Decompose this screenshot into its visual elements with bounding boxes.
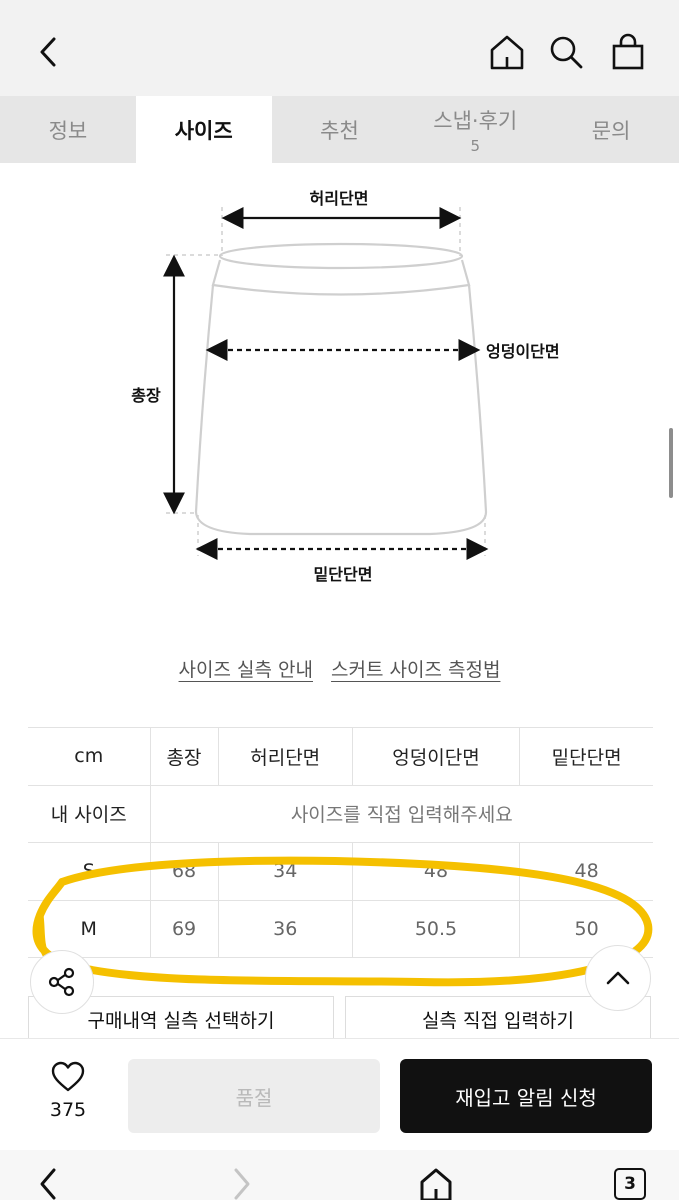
nav-back-button[interactable] <box>28 1164 68 1200</box>
value-cell: 50.5 <box>351 899 520 958</box>
value-cell: 36 <box>217 899 353 958</box>
nav-home-button[interactable] <box>416 1164 456 1200</box>
top-header <box>0 0 679 96</box>
tab-size[interactable]: 사이즈 <box>135 96 272 163</box>
table-row: S 68 34 48 48 <box>28 842 653 901</box>
browser-nav-bar: 3 <box>0 1150 679 1200</box>
tab-label: 정보 <box>48 118 88 143</box>
value-cell: 68 <box>149 842 219 901</box>
value-cell: 48 <box>351 842 520 901</box>
restock-alert-button[interactable]: 재입고 알림 신청 <box>400 1059 652 1133</box>
size-name-cell: M <box>28 899 150 958</box>
bag-button[interactable] <box>608 30 648 74</box>
size-name-cell: S <box>28 842 150 901</box>
value-cell: 69 <box>149 899 219 958</box>
soldout-label: 품절 <box>235 1085 273 1110</box>
tab-snap-review[interactable]: 스냅·후기 5 <box>407 96 543 163</box>
like-count: 375 <box>49 1099 87 1121</box>
back-icon <box>40 37 56 67</box>
share-button[interactable] <box>30 950 94 1014</box>
search-button[interactable] <box>546 30 586 74</box>
restock-label: 재입고 알림 신청 <box>455 1085 597 1110</box>
hip-label: 엉덩이단면 <box>486 342 560 361</box>
search-icon <box>550 36 583 69</box>
bag-icon <box>612 33 644 70</box>
nav-forward-button[interactable] <box>222 1164 262 1200</box>
nav-forward-icon <box>234 1168 250 1200</box>
button-label: 실측 직접 입력하기 <box>422 1009 574 1032</box>
my-size-row[interactable]: 내 사이즈 사이즈를 직접 입력해주세요 <box>28 784 653 843</box>
header-cell: 허리단면 <box>217 727 353 786</box>
tab-info[interactable]: 정보 <box>0 96 136 163</box>
table-row: M 69 36 50.5 50 <box>28 899 653 958</box>
home-button[interactable] <box>487 30 527 74</box>
tab-inquiry[interactable]: 문의 <box>543 96 679 163</box>
header-cell: 총장 <box>149 727 219 786</box>
button-label: 구매내역 실측 선택하기 <box>87 1009 275 1032</box>
nav-tabs-button[interactable]: 3 <box>610 1164 650 1200</box>
tab-label: 사이즈 <box>174 118 233 143</box>
heart-icon <box>51 1061 85 1092</box>
review-count-badge: 5 <box>470 136 481 155</box>
my-size-input-hint[interactable]: 사이즈를 직접 입력해주세요 <box>149 784 653 843</box>
skirt-outline <box>194 242 488 536</box>
tab-count: 3 <box>614 1168 646 1200</box>
waist-label: 허리단면 <box>310 189 369 208</box>
chevron-up-icon <box>606 971 630 985</box>
unit-cell: cm <box>28 727 150 786</box>
nav-home-icon <box>420 1168 452 1200</box>
my-size-label: 내 사이즈 <box>28 784 150 843</box>
share-icon <box>48 967 75 997</box>
home-icon <box>490 35 524 70</box>
tab-label: 문의 <box>591 118 631 143</box>
size-guide-link[interactable]: 사이즈 실측 안내 <box>179 659 313 681</box>
like-button[interactable]: 375 <box>40 1061 96 1121</box>
back-button[interactable] <box>28 30 68 74</box>
tab-label: 추천 <box>320 118 359 143</box>
size-guide-links: 사이즈 실측 안내 스커트 사이즈 측정법 <box>0 655 679 682</box>
size-table: cm 총장 허리단면 엉덩이단면 밑단단면 내 사이즈 사이즈를 직접 입력해주… <box>28 727 653 958</box>
value-cell: 48 <box>519 842 653 901</box>
hem-label: 밑단단면 <box>314 565 373 584</box>
header-cell: 엉덩이단면 <box>351 727 520 786</box>
skirt-size-diagram: 허리단면 엉덩이단면 총장 밑단단면 <box>131 189 560 584</box>
tab-label: 스냅·후기 <box>433 108 518 133</box>
soldout-button: 품절 <box>128 1059 380 1133</box>
value-cell: 34 <box>217 842 353 901</box>
length-label: 총장 <box>131 386 161 405</box>
nav-back-icon <box>40 1168 56 1200</box>
table-header-row: cm 총장 허리단면 엉덩이단면 밑단단면 <box>28 727 653 786</box>
product-tabs: 정보 사이즈 추천 스냅·후기 5 문의 <box>0 96 679 163</box>
header-cell: 밑단단면 <box>519 727 653 786</box>
skirt-measure-link[interactable]: 스커트 사이즈 측정법 <box>331 659 500 681</box>
bottom-action-bar: 375 품절 재입고 알림 신청 <box>0 1038 679 1150</box>
scrollbar[interactable] <box>669 428 673 498</box>
tab-recommend[interactable]: 추천 <box>272 96 408 163</box>
scroll-top-button[interactable] <box>585 945 651 1011</box>
